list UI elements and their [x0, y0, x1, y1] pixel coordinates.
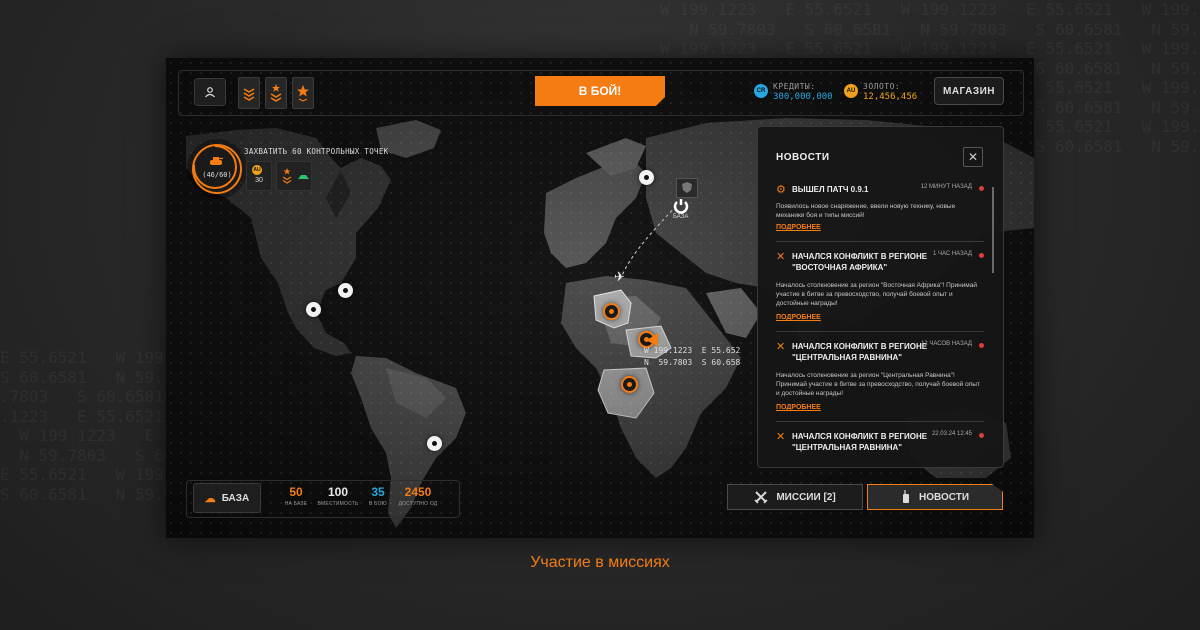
page-caption: Участие в миссиях [530, 554, 670, 571]
swords-icon: ✕ [776, 251, 786, 263]
news-more-link[interactable]: ПОДРОБНЕЕ [776, 314, 821, 321]
objective-reward-rank [276, 161, 312, 191]
gear-icon: ⚙ [776, 184, 786, 196]
news-body: Началось столкновение за регион "Восточн… [776, 282, 978, 307]
unread-dot [979, 433, 984, 438]
news-headline: НАЧАЛСЯ КОНФЛИКТ В РЕГИОНЕ "ВОСТОЧНАЯ АФ… [792, 252, 928, 272]
news-time: 22.03.24 12:45 [931, 431, 972, 437]
objective-progress-ring[interactable]: (46/60) [192, 144, 242, 194]
unread-dot [979, 186, 984, 191]
unread-dot [979, 343, 984, 348]
credits-value: 300,000,000 [773, 92, 833, 102]
map-point-marker[interactable] [427, 436, 442, 451]
star-chevron-rank-icon [270, 84, 282, 102]
swords-icon: ✕ [776, 431, 786, 443]
objective-title: ЗАХВАТИТЬ 60 КОНТРОЛЬНЫХ ТОЧЕК [244, 147, 389, 156]
coordinate-line-2: N 59.7803 S 60.658 [644, 358, 741, 367]
base-shield-icon[interactable] [676, 178, 698, 198]
map-point-marker[interactable] [306, 302, 321, 317]
news-item[interactable]: ✕ НАЧАЛСЯ КОНФЛИКТ В РЕГИОНЕ "ВОСТОЧНАЯ … [776, 251, 984, 335]
news-more-link[interactable]: ПОДРОБНЕЕ [776, 404, 821, 411]
credits-label: КРЕДИТЫ: [773, 82, 816, 91]
missions-tab-label: МИССИИ [2] [776, 491, 836, 503]
user-icon [205, 87, 215, 98]
news-body: Появилось новое снаряжение, ввели новую … [776, 203, 956, 219]
shop-button[interactable]: МАГАЗИН [934, 77, 1004, 105]
objective-reward-gold: AU 30 [246, 161, 272, 191]
game-screen: ✈ БАЗА W 199.1223 E 55.652 N 59.7803 S 6… [166, 58, 1034, 538]
news-divider [776, 331, 984, 332]
news-divider [776, 241, 984, 242]
stat-available-value: 2450 [404, 485, 432, 499]
map-point-marker[interactable] [639, 170, 654, 185]
news-body: Началось столкновение за регион "Централ… [776, 372, 980, 397]
objective-reward-value: 30 [255, 177, 263, 184]
news-headline: ВЫШЕЛ ПАТЧ 0.9.1 [792, 185, 869, 194]
news-more-link[interactable]: ПОДРОБНЕЕ [776, 224, 821, 231]
news-time: 1 ЧАС НАЗАД [932, 251, 972, 257]
map-point-marker[interactable] [338, 283, 353, 298]
star-rank-icon [297, 85, 309, 102]
close-icon: ✕ [967, 150, 979, 164]
news-item[interactable]: ✕ НАЧАЛСЯ КОНФЛИКТ В РЕГИОНЕ "ЦЕНТРАЛЬНА… [776, 341, 984, 425]
swords-icon: ✕ [776, 341, 786, 353]
news-scrollbar[interactable] [992, 187, 994, 273]
profile-button[interactable] [194, 78, 226, 106]
rank-slot-1[interactable] [238, 77, 260, 109]
gold-icon: AU [844, 84, 858, 98]
conflict-marker[interactable] [621, 376, 638, 393]
news-time: 12 ЧАСОВ НАЗАД [921, 341, 972, 347]
crossed-swords-icon [754, 491, 768, 504]
gold-reward-icon: AU [252, 165, 262, 175]
news-headline: НАЧАЛСЯ КОНФЛИКТ В РЕГИОНЕ "ЦЕНТРАЛЬНАЯ … [792, 342, 928, 362]
base-button[interactable]: ☁ БАЗА [193, 483, 261, 513]
news-headline: НАЧАЛСЯ КОНФЛИКТ В РЕГИОНЕ "ЦЕНТРАЛЬНАЯ … [792, 432, 928, 452]
news-time: 12 МИНУТ НАЗАД [920, 184, 972, 190]
news-tab[interactable]: НОВОСТИ [867, 484, 1003, 510]
credits-icon: CR [754, 84, 768, 98]
mushroom-cloud-icon: ☁ [204, 492, 216, 505]
rank-reward-icon [282, 168, 292, 184]
unread-dot [979, 253, 984, 258]
coordinate-readout: W 199.1223 E 55.652 N 59.7803 S 60.658 [644, 345, 764, 369]
rank-slot-3[interactable] [292, 77, 314, 109]
coordinate-line-1: W 199.1223 E 55.652 [644, 346, 741, 355]
to-battle-button[interactable]: В БОЙ! [535, 76, 665, 106]
news-tab-label: НОВОСТИ [918, 491, 970, 503]
base-power-icon[interactable] [671, 196, 691, 216]
objective-progress-text: (46/60) [202, 171, 232, 179]
tank-icon [210, 157, 223, 165]
conflict-marker[interactable] [603, 303, 620, 320]
plane-icon: ✈ [614, 269, 625, 284]
radio-icon [902, 490, 909, 503]
news-panel: НОВОСТИ ✕ ⚙ ВЫШЕЛ ПАТЧ 0.9.1 12 МИНУТ НА… [757, 126, 1004, 468]
rank-up-arrow-icon [298, 172, 309, 179]
news-item[interactable]: ⚙ ВЫШЕЛ ПАТЧ 0.9.1 12 МИНУТ НАЗАД Появил… [776, 184, 984, 244]
rank-slot-2[interactable] [265, 77, 287, 109]
news-item[interactable]: ✕ НАЧАЛСЯ КОНФЛИКТ В РЕГИОНЕ "ЦЕНТРАЛЬНА… [776, 431, 984, 461]
base-button-label: БАЗА [221, 492, 250, 504]
base-map-label: БАЗА [673, 214, 689, 220]
missions-tab[interactable]: МИССИИ [2] [727, 484, 863, 510]
close-news-button[interactable]: ✕ [963, 147, 983, 167]
gold-value: 12,456,456 [863, 92, 918, 102]
news-panel-title: НОВОСТИ [776, 152, 830, 163]
chevron-rank-icon [243, 88, 255, 101]
stat-available-label: ДОСТУПНО ОД [398, 501, 438, 507]
gold-label: ЗОЛОТО: [863, 82, 901, 91]
news-divider [776, 421, 984, 422]
